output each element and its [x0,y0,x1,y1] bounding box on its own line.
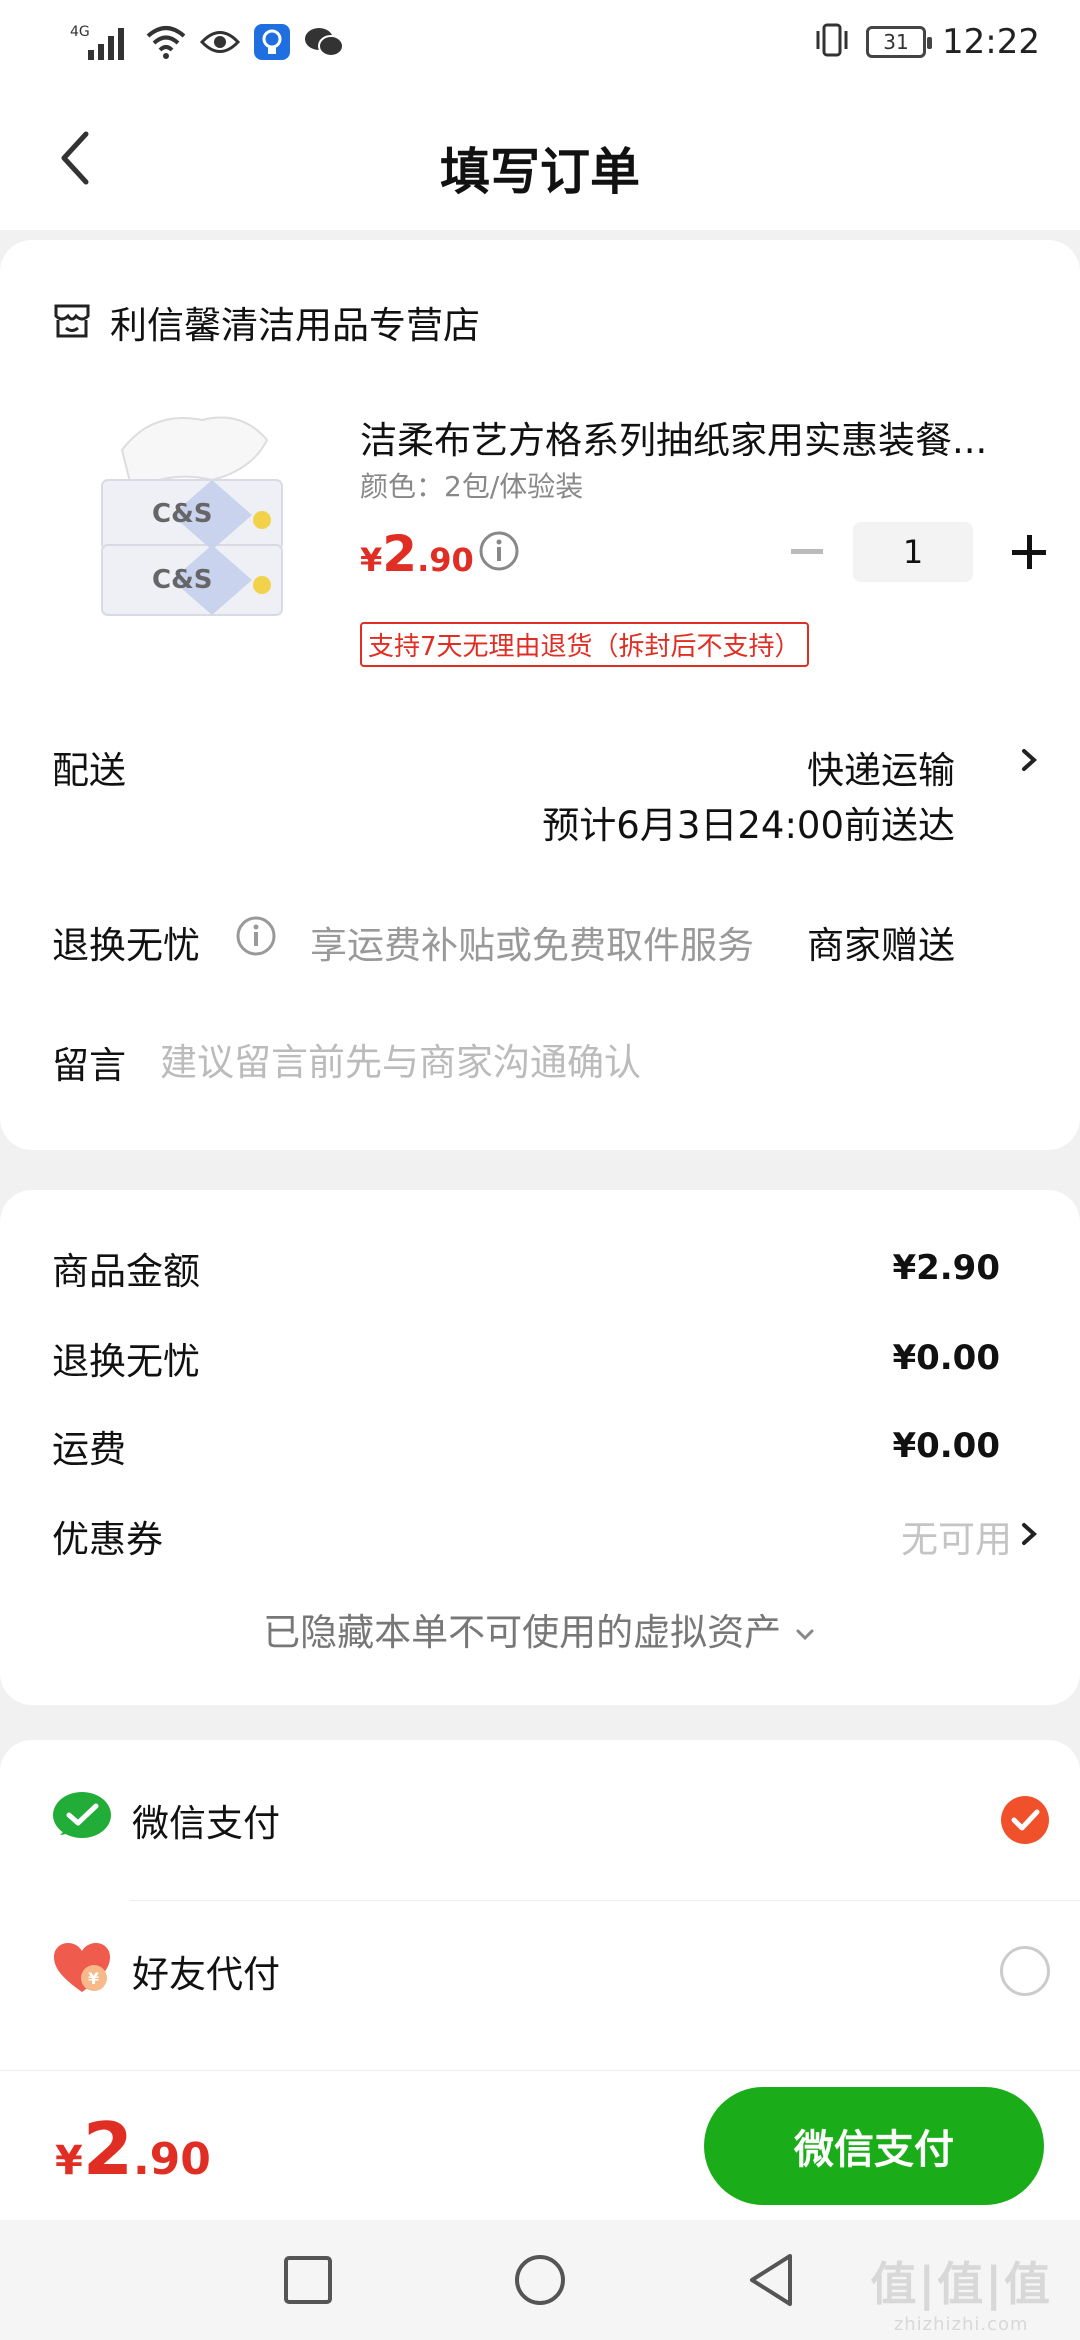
delivery-method[interactable]: 快递运输 [807,740,955,794]
radio-unselected-icon[interactable] [1000,1946,1050,1996]
watermark-sub: zhizhizhi.com [893,2314,1029,2335]
return-info-icon[interactable] [235,915,277,957]
clock: 12:22 [942,22,1040,62]
svg-text:¥: ¥ [88,1969,99,1988]
friend-pay-label: 好友代付 [132,1953,280,1996]
quantity-stepper: 1 [785,522,1051,582]
back-triangle-icon[interactable] [740,2248,804,2312]
home-icon[interactable] [508,2248,572,2312]
pay-button[interactable]: 微信支付 [704,2087,1044,2205]
decrease-quantity-button[interactable] [785,522,829,582]
wifi-icon [146,24,186,64]
eye-icon [199,27,241,61]
payment-option-wechat[interactable]: 微信支付 [52,1775,1050,1865]
recent-apps-icon[interactable] [276,2248,340,2312]
total-price-currency: ¥ [55,2138,83,2184]
product-price-dec: .90 [417,541,474,579]
payment-option-friend[interactable]: ¥ 好友代付 [52,1926,1050,2016]
product-price-int: 2 [382,525,418,583]
product-title[interactable]: 洁柔布艺方格系列抽纸家用实惠装餐... [360,410,1020,464]
goods-amount-label: 商品金额 [52,1250,200,1293]
product-variant[interactable]: 颜色：2包/体验装 [360,465,583,505]
delivery-label: 配送 [52,749,126,792]
coupon-value: 无可用 [901,1518,1012,1561]
total-price-dec: .90 [132,2134,211,2185]
product-brand-2: C&S [152,565,212,595]
return-policy-badge: 支持7天无理由退货（拆封后不支持） [360,622,809,667]
bulb-app-icon [254,24,290,64]
goods-amount-value: ¥2.90 [892,1248,1000,1288]
radio-selected-icon[interactable] [1000,1795,1050,1845]
chevron-down-icon [793,1611,817,1654]
return-service-provider: 商家赠送 [807,924,955,967]
nav-header: 填写订单 [0,90,1080,230]
watermark-main: 值|值|值 [870,2257,1052,2311]
payment-method-card: 微信支付 ¥ 好友代付 [0,1740,1080,2070]
battery-indicator: 31 [866,26,933,58]
signal-icon: 4G [70,22,132,66]
vibrate-icon [814,23,850,61]
total-price: ¥2.90 [55,2107,211,2191]
status-bar: 4G 31 12:22 [0,0,1080,90]
message-label: 留言 [52,1044,126,1087]
return-service-description: 享运费补贴或免费取件服务 [310,924,754,967]
watermark: 值|值|值 zhizhizhi.com [870,2248,1052,2335]
wechat-pay-icon [52,1791,112,1849]
coupon-row[interactable]: 优惠券 无可用 [52,1508,1042,1564]
return-service-label: 退换无忧 [52,924,200,967]
store-icon [52,300,92,344]
wechat-pay-label: 微信支付 [132,1802,280,1845]
checkout-bar: ¥2.90 微信支付 [0,2070,1080,2220]
return-fee-label: 退换无忧 [52,1340,200,1383]
shipping-fee-label: 运费 [52,1428,126,1471]
product-price: ¥2.90 [360,525,474,583]
friend-pay-heart-icon: ¥ [52,1942,112,2000]
amount-summary-card: 商品金额 ¥2.90 退换无忧 ¥0.00 运费 ¥0.00 优惠券 无可用 已… [0,1190,1080,1705]
hidden-assets-toggle[interactable]: 已隐藏本单不可使用的虚拟资产 [0,1602,1080,1656]
shipping-fee-row: 运费 ¥0.00 [52,1418,1000,1474]
chevron-right-icon[interactable] [1018,745,1042,775]
price-info-icon[interactable] [478,530,520,572]
page-title: 填写订单 [440,143,640,201]
order-item-card: 利信馨清洁用品专营店 C&S C&S 洁柔布艺方格系列抽纸家用实惠装餐... 颜… [0,240,1080,1150]
return-fee-value: ¥0.00 [892,1338,1000,1378]
product-image[interactable]: C&S C&S [92,410,292,620]
shop-name: 利信馨清洁用品专营店 [110,304,480,347]
increase-quantity-button[interactable] [1007,522,1051,582]
chevron-right-icon [1018,1519,1042,1553]
total-price-int: 2 [82,2107,133,2191]
delivery-eta: 预计6月3日24:00前送达 [542,804,955,847]
return-fee-row: 退换无忧 ¥0.00 [52,1330,1000,1386]
divider [130,1900,1080,1901]
wechat-notify-icon [304,26,344,62]
product-brand: C&S [152,499,212,529]
quantity-input[interactable]: 1 [853,522,973,582]
shop-header[interactable]: 利信馨清洁用品专营店 [52,295,480,349]
coupon-label: 优惠券 [52,1518,163,1561]
message-input[interactable] [160,1032,1020,1092]
goods-amount-row: 商品金额 ¥2.90 [52,1240,1000,1296]
network-label: 4G [70,24,90,40]
hidden-assets-text: 已隐藏本单不可使用的虚拟资产 [263,1611,782,1654]
system-nav-bar: 值|值|值 zhizhizhi.com [0,2220,1080,2340]
product-price-currency: ¥ [360,541,383,579]
shipping-fee-value: ¥0.00 [892,1426,1000,1466]
